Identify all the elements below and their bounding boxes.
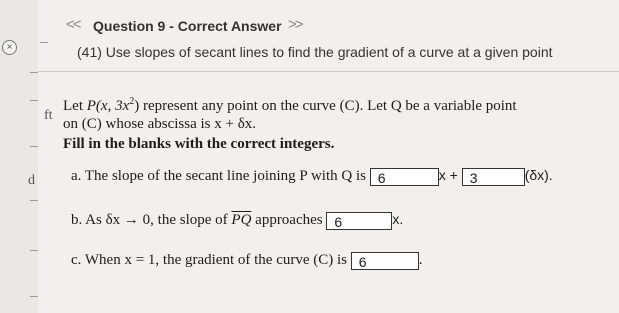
intro-line-1: Let P(x, 3x2) represent any point on the… xyxy=(63,96,517,114)
margin-tick xyxy=(40,42,48,43)
page-title: Question 9 - Correct Answer xyxy=(93,18,282,34)
question-subtitle: (41) Use slopes of secant lines to find … xyxy=(77,44,553,60)
answer-box[interactable]: 6 xyxy=(326,212,393,230)
margin-tick xyxy=(30,200,38,201)
answer-box[interactable]: 6 xyxy=(350,252,419,270)
part-b: b. As δx → 0, the slope of PQ approaches… xyxy=(71,211,404,230)
next-question-button[interactable]: >> xyxy=(288,16,303,33)
margin-text: d xyxy=(28,173,35,188)
margin-tick xyxy=(30,296,38,297)
part-c: c. When x = 1, the gradient of the curve… xyxy=(71,252,423,270)
margin-tick xyxy=(30,100,38,101)
answer-box[interactable]: 6 xyxy=(369,168,439,186)
margin-tick xyxy=(30,146,38,147)
intro-line-2: on (C) whose abscissa is x + δx. xyxy=(63,116,257,132)
intro-line-3: Fill in the blanks with the correct inte… xyxy=(63,136,335,152)
prev-question-button[interactable]: << xyxy=(66,16,81,33)
margin-tick xyxy=(30,72,38,73)
margin-tick xyxy=(30,250,38,251)
answer-box[interactable]: 3 xyxy=(461,168,525,186)
close-icon[interactable]: × xyxy=(2,40,17,55)
margin-text: ft xyxy=(44,108,53,123)
part-a: a. The slope of the secant line joining … xyxy=(71,167,553,186)
divider xyxy=(38,71,619,72)
